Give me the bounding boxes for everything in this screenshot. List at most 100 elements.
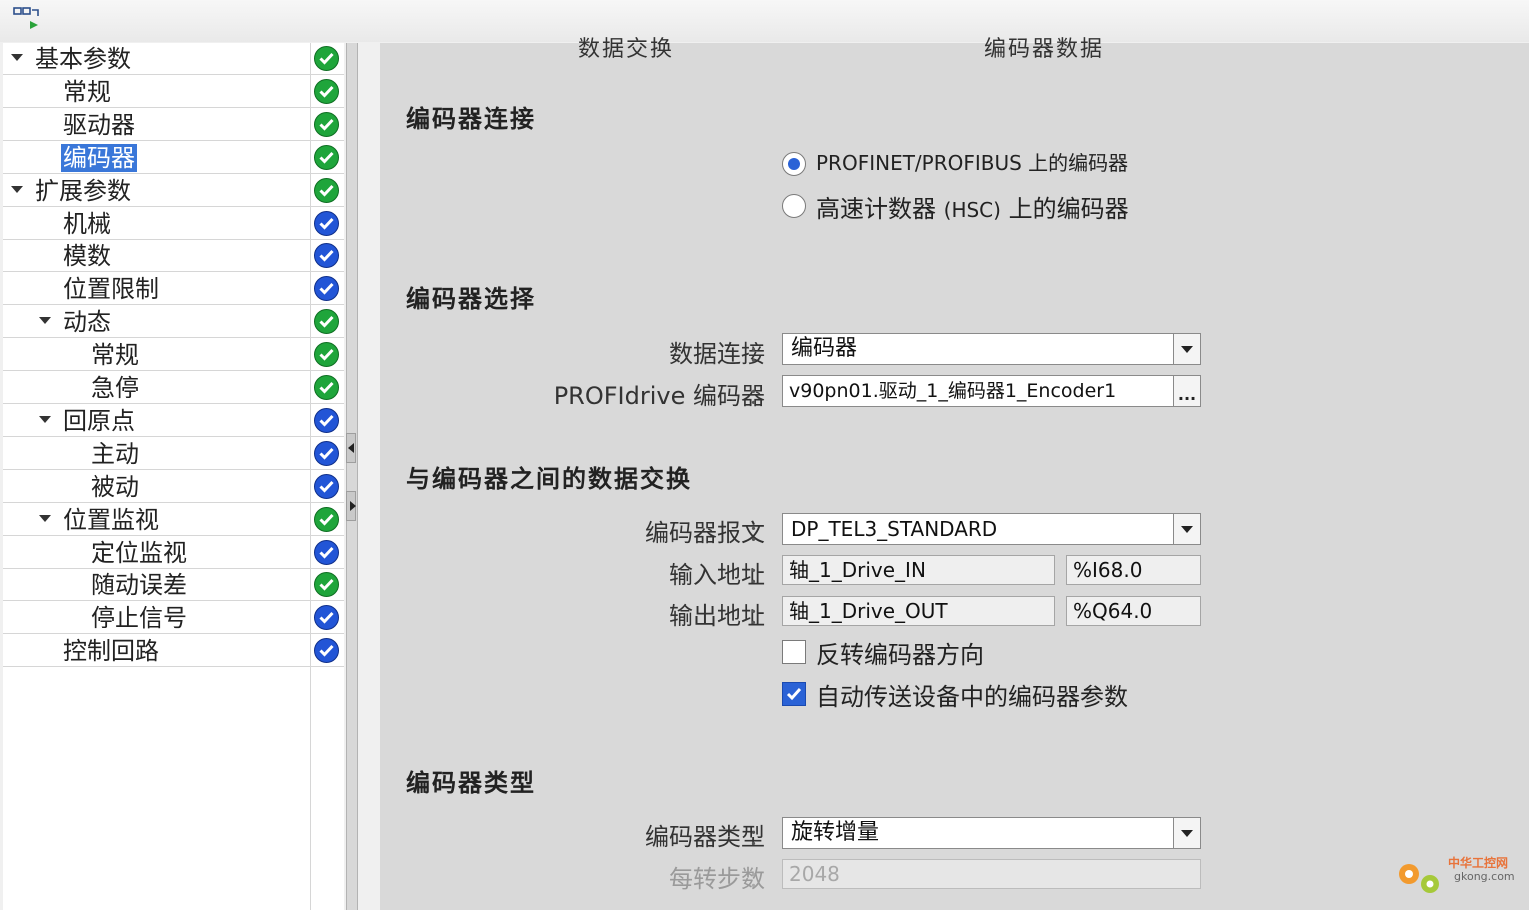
steps-per-rev-value: 2048 — [789, 862, 840, 886]
nav-item-label: 回原点 — [63, 406, 135, 435]
data-connection-select[interactable]: 编码器 — [782, 333, 1201, 365]
nav-item[interactable]: 控制回路 — [3, 635, 344, 668]
status-info-icon — [314, 473, 339, 499]
profinet-encoder-label[interactable]: PROFINET/PROFIBUS 上的编码器 — [816, 147, 1128, 176]
status-ok-icon — [314, 342, 339, 368]
auto-transfer-label[interactable]: 自动传送设备中的编码器参数 — [816, 677, 1128, 712]
steps-per-rev-field: 2048 — [782, 859, 1201, 889]
status-info-icon — [314, 407, 339, 433]
input-address-field: %I68.0 — [1066, 555, 1201, 585]
watermark-title: 中华工控网 — [1448, 856, 1509, 870]
expand-arrow-icon[interactable] — [39, 415, 51, 423]
toolbar — [0, 0, 1529, 42]
nav-item-label: 主动 — [91, 439, 139, 468]
encoder-connection-title: 编码器连接 — [406, 105, 536, 133]
nav-item[interactable]: 位置限制 — [3, 273, 344, 306]
nav-item-label: 控制回路 — [63, 637, 159, 666]
expand-arrow-icon[interactable] — [39, 317, 51, 325]
encoder-selection-title: 编码器选择 — [406, 285, 536, 313]
dropdown-arrow-icon[interactable] — [1173, 334, 1200, 364]
collapse-left-button[interactable] — [346, 433, 356, 463]
status-info-icon — [314, 539, 339, 565]
encoder-type-select[interactable]: 旋转增量 — [782, 817, 1201, 849]
status-ok-icon — [314, 375, 339, 400]
nav-item[interactable]: 机械 — [3, 208, 344, 240]
status-ok-icon — [314, 46, 339, 71]
nav-item-label: 模数 — [63, 242, 111, 271]
panel-splitter[interactable] — [344, 43, 380, 910]
nav-item[interactable]: 常规 — [3, 76, 344, 108]
profidrive-encoder-field[interactable]: v90pn01.驱动_1_编码器1_Encoder1 ... — [782, 375, 1201, 407]
nav-item[interactable]: 模数 — [3, 240, 344, 273]
nav-item-label: 编码器 — [61, 143, 137, 172]
splitter-bar[interactable] — [346, 43, 358, 910]
telegram-value: DP_TEL3_STANDARD — [791, 517, 998, 541]
output-tag-field: 轴_1_Drive_OUT — [782, 596, 1055, 626]
nav-item[interactable]: 编码器 — [3, 142, 344, 174]
section-header-cut-right: 编码器数据 — [984, 37, 1105, 62]
input-tag-field: 轴_1_Drive_IN — [782, 555, 1055, 585]
nav-item[interactable]: 定位监视 — [3, 537, 344, 569]
nav-item[interactable]: 回原点 — [3, 405, 344, 437]
colon: ： — [748, 343, 771, 368]
output-tag-value: 轴_1_Drive_OUT — [789, 599, 948, 623]
section-header-cut-left: 数据交换 — [578, 37, 675, 62]
invert-direction-checkbox[interactable] — [782, 640, 806, 664]
expand-arrow-icon[interactable] — [11, 54, 23, 61]
nav-item[interactable]: 扩展参数 — [3, 175, 344, 207]
nav-item[interactable]: 动态 — [3, 306, 344, 339]
auto-transfer-checkbox[interactable] — [782, 682, 806, 706]
input-address-value: %I68.0 — [1073, 558, 1143, 582]
profidrive-encoder-label: PROFIdrive 编码器 — [553, 382, 765, 410]
nav-item[interactable]: 随动误差 — [3, 569, 344, 602]
data-connection-value: 编码器 — [791, 336, 858, 361]
nav-item-label: 位置限制 — [63, 275, 159, 304]
status-info-icon — [314, 638, 339, 664]
nav-item[interactable]: 常规 — [3, 339, 344, 372]
parameter-tree: 基本参数 常规 驱动器 编码器 扩展参数 机械 模数 位置限制 动态 常规 急停 回原点 主动 被动 位置监… — [3, 43, 344, 910]
nav-item[interactable]: 基本参数 — [3, 43, 344, 75]
status-info-icon — [314, 243, 339, 269]
invert-direction-label[interactable]: 反转编码器方向 — [816, 635, 984, 670]
nav-item-label: 常规 — [63, 77, 111, 106]
colon: ： — [748, 522, 771, 547]
profidrive-encoder-value: v90pn01.驱动_1_编码器1_Encoder1 — [789, 380, 1117, 402]
status-ok-icon — [314, 309, 339, 335]
nav-item[interactable]: 位置监视 — [3, 504, 344, 536]
browse-button[interactable]: ... — [1173, 376, 1200, 406]
checkmark-icon — [786, 688, 802, 701]
nav-item[interactable]: 被动 — [3, 471, 344, 503]
hsc-encoder-radio[interactable] — [782, 194, 806, 218]
telegram-label: 编码器报文 — [645, 519, 765, 547]
colon: ： — [748, 868, 771, 893]
telegram-select[interactable]: DP_TEL3_STANDARD — [782, 513, 1201, 545]
output-address-field: %Q64.0 — [1066, 596, 1201, 626]
nav-item[interactable]: 驱动器 — [3, 109, 344, 141]
hsc-encoder-label[interactable]: 高速计数器 (HSC) 上的编码器 — [816, 189, 1129, 224]
status-ok-icon — [314, 506, 339, 532]
nav-item[interactable]: 主动 — [3, 438, 344, 470]
nav-item-label: 驱动器 — [63, 110, 135, 139]
nav-item-label: 扩展参数 — [35, 176, 131, 205]
colon: ： — [748, 564, 771, 589]
arrow-right-icon — [350, 501, 356, 511]
status-info-icon — [314, 210, 339, 236]
profinet-encoder-radio[interactable] — [782, 152, 806, 176]
output-address-value: %Q64.0 — [1073, 599, 1153, 623]
status-info-icon — [314, 276, 339, 302]
encoder-type-title: 编码器类型 — [406, 769, 536, 797]
nav-item-label: 机械 — [63, 209, 111, 238]
expand-arrow-icon[interactable] — [39, 514, 51, 522]
expand-arrow-icon[interactable] — [11, 185, 23, 193]
nav-item[interactable]: 急停 — [3, 372, 344, 404]
colon: ： — [748, 605, 771, 630]
dropdown-arrow-icon[interactable] — [1173, 514, 1200, 544]
nav-item-label: 基本参数 — [35, 45, 131, 73]
input-tag-value: 轴_1_Drive_IN — [789, 558, 926, 582]
dropdown-arrow-icon[interactable] — [1173, 818, 1200, 848]
colon: ： — [748, 385, 771, 410]
data-exchange-title: 与编码器之间的数据交换 — [406, 465, 692, 493]
axis-link-icon[interactable] — [10, 4, 46, 34]
nav-item[interactable]: 停止信号 — [3, 602, 344, 635]
expand-right-button[interactable] — [346, 491, 356, 521]
